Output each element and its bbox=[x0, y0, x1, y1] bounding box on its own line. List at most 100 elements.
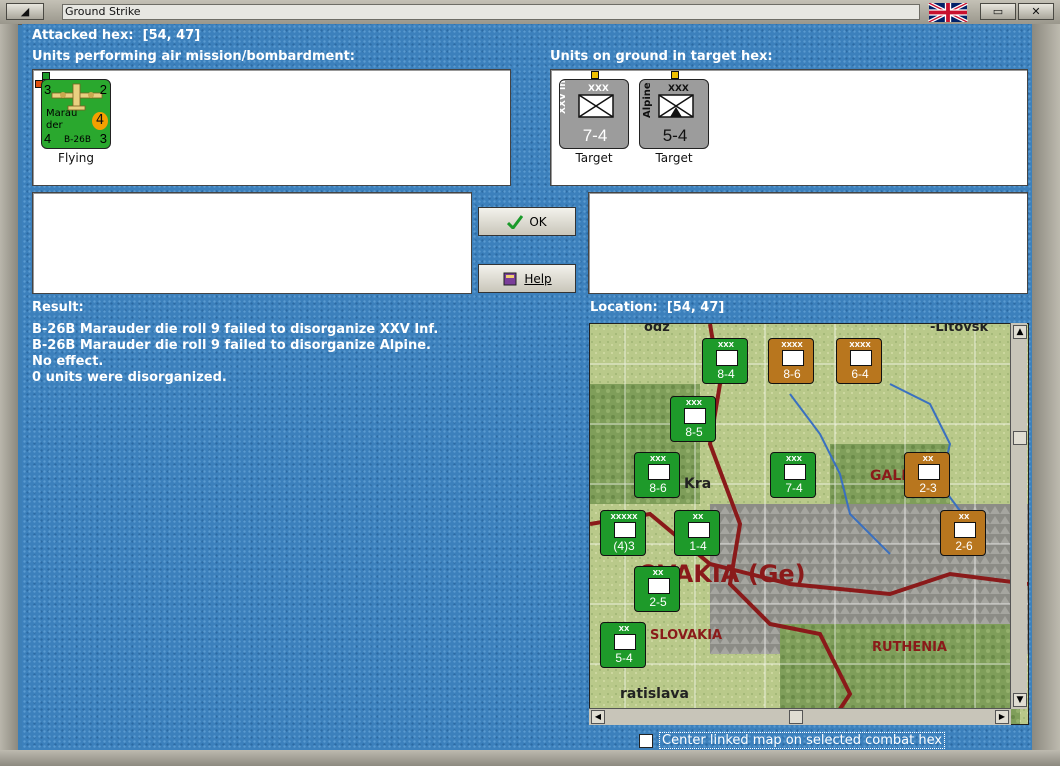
ground-units-label: Units on ground in target hex: bbox=[550, 49, 773, 64]
status-dot-icon bbox=[591, 71, 599, 79]
unit-symbol-icon bbox=[850, 350, 872, 366]
map-unit-counter[interactable]: XX 5-4 bbox=[600, 622, 646, 668]
unit-symbol-icon bbox=[648, 464, 670, 480]
map-unit-strength: 1-4 bbox=[689, 539, 707, 553]
unit-symbol-icon bbox=[782, 350, 804, 366]
checkmark-icon bbox=[507, 214, 524, 229]
map-unit-strength: 6-4 bbox=[851, 367, 869, 381]
title-bar: ◢ Ground Strike ▭ ✕ bbox=[0, 0, 1060, 25]
map-unit-counter[interactable]: XX 1-4 bbox=[674, 510, 720, 556]
ground-unit-counter-xxv-inf[interactable]: XXV Inf XXX 7-4 bbox=[559, 79, 629, 149]
counter-value: 2 bbox=[99, 82, 107, 97]
map-unit-size: XXXXX bbox=[610, 513, 638, 521]
map-unit-counter[interactable]: XXX 7-4 bbox=[770, 452, 816, 498]
unit-strength: 7-4 bbox=[582, 126, 608, 145]
map-unit-counter[interactable]: XX 2-3 bbox=[904, 452, 950, 498]
counter-value: 4 bbox=[44, 131, 52, 146]
unit-symbol-icon bbox=[648, 578, 670, 594]
map-unit-counter[interactable]: XXX 8-5 bbox=[670, 396, 716, 442]
map-unit-strength: 8-4 bbox=[717, 367, 735, 381]
unit-status: Target bbox=[575, 151, 613, 165]
map-unit-counter[interactable]: XX 2-5 bbox=[634, 566, 680, 612]
unit-name: Alpine bbox=[642, 82, 653, 118]
help-book-icon bbox=[503, 272, 517, 285]
map-label-city: ratislava bbox=[620, 686, 689, 702]
map-unit-size: XXX bbox=[717, 341, 735, 349]
scroll-right-arrow-icon[interactable]: ▶ bbox=[995, 710, 1009, 724]
status-dot-icon bbox=[671, 71, 679, 79]
map-unit-size: XX bbox=[692, 513, 704, 521]
unit-symbol-icon bbox=[918, 464, 940, 480]
map-unit-size: XX bbox=[652, 569, 664, 577]
map-unit-strength: 2-6 bbox=[955, 539, 973, 553]
map-horizontal-scrollbar[interactable]: ◀ ▶ bbox=[589, 708, 1011, 725]
window-menu-button[interactable]: ◢ bbox=[6, 3, 44, 20]
ground-details-box bbox=[588, 192, 1028, 294]
map-unit-size: XXXX bbox=[781, 341, 803, 349]
air-units-label: Units performing air mission/bombardment… bbox=[32, 49, 356, 64]
uk-flag-icon[interactable] bbox=[926, 3, 970, 22]
map-vertical-scrollbar[interactable]: ▲ ▼ bbox=[1010, 323, 1027, 709]
unit-name: XXV Inf bbox=[559, 79, 568, 114]
scroll-thumb[interactable] bbox=[1013, 431, 1027, 445]
map-label-city: -Litovsk bbox=[930, 323, 989, 335]
window-title: Ground Strike bbox=[62, 4, 920, 20]
result-line: No effect. bbox=[32, 354, 104, 369]
map-label-slovakia: SLOVAKIA bbox=[650, 628, 723, 643]
map-unit-strength: 8-6 bbox=[649, 481, 667, 495]
ok-button[interactable]: OK bbox=[478, 207, 576, 236]
map-unit-size: XXX bbox=[685, 399, 703, 407]
center-map-label: Center linked map on selected combat hex bbox=[659, 732, 946, 749]
center-map-checkbox[interactable] bbox=[639, 733, 653, 748]
location-label: Location: [54, 47] bbox=[590, 300, 725, 315]
location-map[interactable]: OVAKIA (Ge) SLOVAKIA RUTHENIA ratislava … bbox=[589, 323, 1029, 725]
map-unit-size: XX bbox=[958, 513, 970, 521]
unit-name: Marau bbox=[46, 108, 78, 119]
help-button[interactable]: Help bbox=[478, 264, 576, 293]
unit-strength: 5-4 bbox=[662, 126, 688, 145]
close-button[interactable]: ✕ bbox=[1018, 3, 1054, 20]
scroll-thumb[interactable] bbox=[789, 710, 803, 724]
map-unit-strength: 2-3 bbox=[919, 481, 937, 495]
map-unit-size: XXX bbox=[785, 455, 803, 463]
map-unit-counter[interactable]: XXXX 8-6 bbox=[768, 338, 814, 384]
unit-symbol-icon bbox=[688, 522, 710, 538]
map-unit-counter[interactable]: XX 2-6 bbox=[940, 510, 986, 556]
scroll-down-arrow-icon[interactable]: ▼ bbox=[1013, 693, 1027, 707]
ground-unit-counter-alpine[interactable]: Alpine XXX 5-4 bbox=[639, 79, 709, 149]
unit-model: B-26B bbox=[64, 135, 92, 145]
map-unit-counter[interactable]: XXX 8-6 bbox=[634, 452, 680, 498]
minimize-button[interactable]: ▭ bbox=[980, 3, 1016, 20]
unit-symbol-icon bbox=[614, 522, 636, 538]
ok-button-label: OK bbox=[529, 214, 547, 229]
map-unit-size: XX bbox=[922, 455, 934, 463]
counter-value: 3 bbox=[99, 131, 107, 146]
counter-value: 3 bbox=[44, 82, 52, 97]
result-line: 0 units were disorganized. bbox=[32, 370, 227, 385]
map-unit-counter[interactable]: XXXX 6-4 bbox=[836, 338, 882, 384]
mountain-infantry-symbol-icon bbox=[658, 94, 694, 118]
unit-size: XXX bbox=[588, 84, 609, 94]
map-unit-counter[interactable]: XXXXX (4)3 bbox=[600, 510, 646, 556]
map-unit-strength: 8-5 bbox=[685, 425, 703, 439]
air-unit-counter-b26b[interactable]: 3 2 Marau der 4 4 B-26B 3 bbox=[41, 79, 111, 149]
result-line: B-26B Marauder die roll 9 failed to diso… bbox=[32, 322, 439, 337]
unit-symbol-icon bbox=[614, 634, 636, 650]
window-frame-right bbox=[1032, 24, 1060, 750]
air-details-box bbox=[32, 192, 472, 294]
map-unit-strength: (4)3 bbox=[613, 539, 635, 553]
unit-size: XXX bbox=[668, 84, 689, 94]
result-log: B-26B Marauder die roll 9 failed to diso… bbox=[32, 322, 438, 386]
map-unit-size: XXX bbox=[649, 455, 667, 463]
map-unit-size: XXXX bbox=[849, 341, 871, 349]
unit-status: Target bbox=[655, 151, 693, 165]
map-label-city: odz bbox=[644, 323, 670, 335]
help-button-label: Help bbox=[524, 271, 552, 286]
result-label: Result: bbox=[32, 300, 84, 315]
scroll-left-arrow-icon[interactable]: ◀ bbox=[591, 710, 605, 724]
center-map-option[interactable]: Center linked map on selected combat hex bbox=[639, 732, 946, 749]
unit-status: Flying bbox=[58, 151, 94, 165]
map-unit-counter[interactable]: XXX 8-4 bbox=[702, 338, 748, 384]
air-units-list: 3 2 Marau der 4 4 B-26B 3 Flying bbox=[32, 69, 511, 186]
scroll-up-arrow-icon[interactable]: ▲ bbox=[1013, 325, 1027, 339]
